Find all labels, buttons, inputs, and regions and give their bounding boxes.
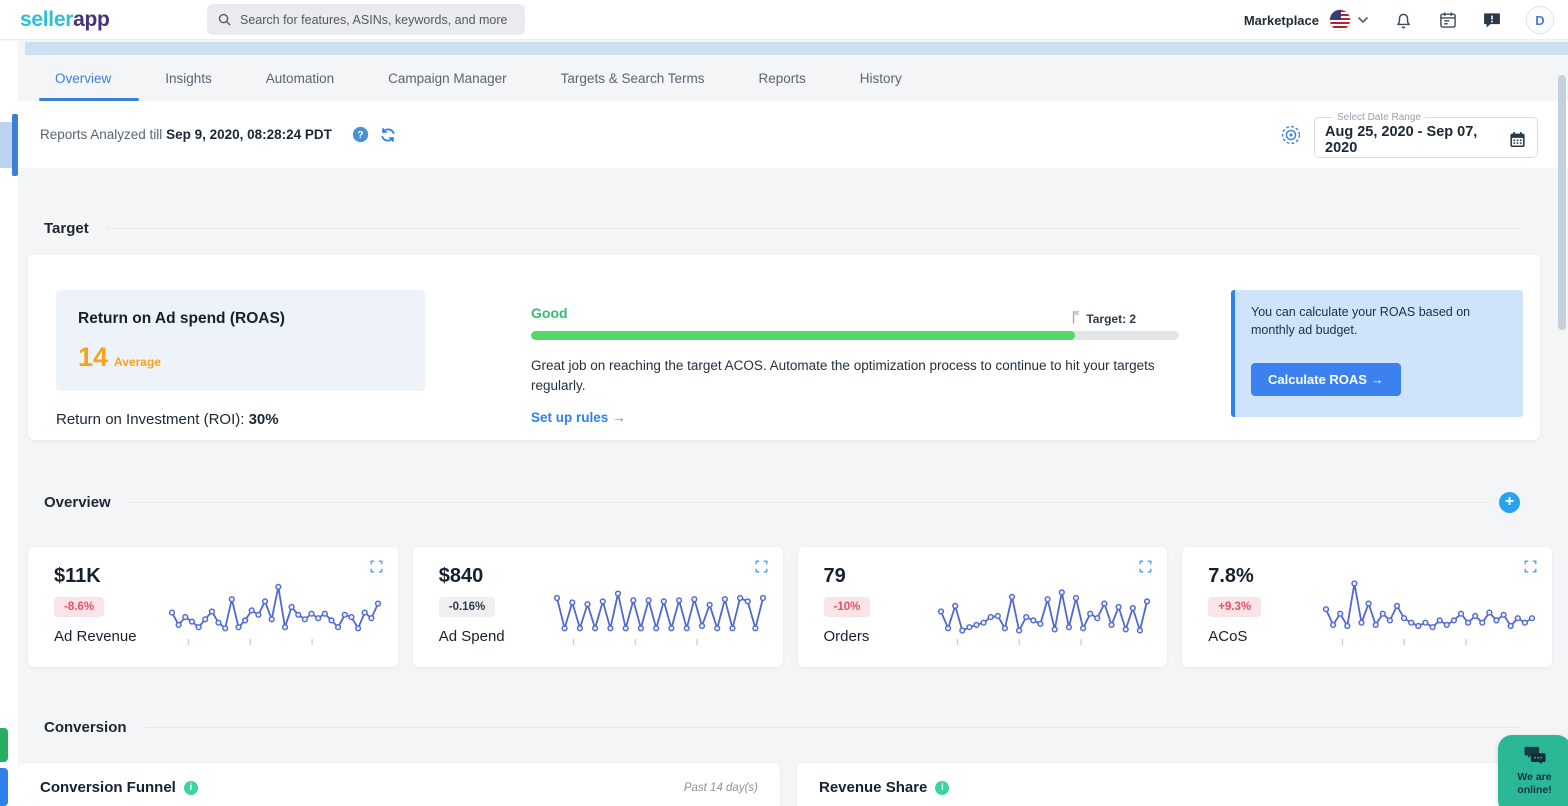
logo-part-app: app bbox=[73, 8, 109, 31]
expand-icon[interactable] bbox=[369, 559, 384, 574]
conversion-section-heading: Conversion bbox=[44, 719, 1520, 736]
conversion-panels-row: Conversion Funnel i Past 14 day(s) Reven… bbox=[18, 763, 1568, 806]
reports-analyzed-bar: Reports Analyzed till Sep 9, 2020, 08:28… bbox=[18, 101, 1568, 168]
roas-title: Return on Ad spend (ROAS) bbox=[78, 310, 403, 328]
date-picker-calendar-icon[interactable] bbox=[1508, 130, 1527, 149]
metric-cards-row: $11K -8.6% Ad Revenue $840 -0.16% Ad Spe… bbox=[28, 547, 1552, 667]
chat-status-text: We areonline! bbox=[1517, 771, 1551, 797]
conversion-funnel-title: Conversion Funnel bbox=[40, 779, 176, 796]
roi-line: Return on Investment (ROI): 30% bbox=[56, 411, 454, 428]
target-card: Return on Ad spend (ROAS) 14 Average Retu… bbox=[28, 255, 1540, 440]
reports-analyzed-text: Reports Analyzed till Sep 9, 2020, 08:28… bbox=[40, 127, 332, 142]
acos-sparkline bbox=[1320, 573, 1538, 649]
setup-rules-link[interactable]: Set up rules → bbox=[531, 410, 626, 425]
roas-average-label: Average bbox=[114, 355, 161, 369]
help-icon[interactable]: ? bbox=[352, 126, 369, 143]
top-right-cluster: Marketplace D bbox=[1244, 0, 1554, 40]
target-section-heading: Target bbox=[44, 220, 1520, 237]
side-tab-green[interactable] bbox=[0, 728, 8, 762]
roas-progress-track bbox=[531, 331, 1179, 340]
expand-icon[interactable] bbox=[1138, 559, 1153, 574]
conversion-funnel-panel: Conversion Funnel i Past 14 day(s) bbox=[18, 763, 780, 806]
marketplace-label[interactable]: Marketplace bbox=[1244, 13, 1319, 28]
target-message: Great job on reaching the target ACOS. A… bbox=[531, 356, 1163, 395]
tab-history[interactable]: History bbox=[860, 71, 902, 86]
calculate-roas-button[interactable]: Calculate ROAS → bbox=[1251, 363, 1401, 396]
search-input[interactable] bbox=[240, 13, 515, 27]
revenue-share-title: Revenue Share bbox=[819, 779, 927, 796]
sidebar-active-indicator[interactable] bbox=[12, 114, 18, 176]
vertical-scrollbar[interactable] bbox=[1558, 75, 1566, 330]
search-icon bbox=[217, 12, 232, 27]
date-range-field[interactable]: Select Date Range Aug 25, 2020 - Sep 07,… bbox=[1314, 112, 1538, 158]
expand-icon[interactable] bbox=[1523, 559, 1538, 574]
logo-part-seller: seller bbox=[20, 8, 73, 31]
live-chat-widget[interactable]: We areonline! bbox=[1498, 735, 1568, 806]
roas-summary-box: Return on Ad spend (ROAS) 14 Average bbox=[56, 290, 425, 391]
top-bar: sellerapp Marketplace D bbox=[0, 0, 1568, 40]
expand-icon[interactable] bbox=[754, 559, 769, 574]
roas-progress-fill bbox=[531, 331, 1075, 340]
roas-tip-box: You can calculate your ROAS based on mon… bbox=[1231, 290, 1523, 417]
main-content: Overview Insights Automation Campaign Ma… bbox=[18, 41, 1568, 806]
metric-card-acos[interactable]: 7.8% +9.3% ACoS bbox=[1182, 547, 1552, 667]
date-range-value: Aug 25, 2020 - Sep 07, 2020 bbox=[1325, 124, 1508, 156]
sellerapp-logo[interactable]: sellerapp bbox=[20, 8, 110, 32]
overview-section-title: Overview bbox=[44, 494, 111, 511]
conversion-funnel-period: Past 14 day(s) bbox=[684, 782, 758, 794]
notifications-bell-icon[interactable] bbox=[1393, 10, 1414, 31]
ad-revenue-sparkline bbox=[166, 573, 384, 649]
target-marker: Target: 2 bbox=[1072, 310, 1136, 326]
conversion-section-title: Conversion bbox=[44, 719, 127, 736]
chat-icon bbox=[1523, 745, 1547, 767]
global-search[interactable] bbox=[207, 4, 525, 35]
us-flag-icon[interactable] bbox=[1329, 9, 1351, 31]
reports-analyzed-timestamp: Sep 9, 2020, 08:28:24 PDT bbox=[166, 127, 332, 142]
user-avatar[interactable]: D bbox=[1526, 6, 1554, 34]
ad-spend-sparkline bbox=[551, 573, 769, 649]
tab-insights[interactable]: Insights bbox=[165, 71, 212, 86]
side-tab-blue[interactable] bbox=[0, 768, 8, 806]
feedback-icon[interactable] bbox=[1482, 10, 1502, 30]
metric-change-badge: -0.16% bbox=[439, 597, 495, 617]
metric-change-badge: -10% bbox=[824, 597, 871, 617]
tab-targets-search-terms[interactable]: Targets & Search Terms bbox=[561, 71, 705, 86]
tab-overview[interactable]: Overview bbox=[55, 71, 111, 86]
tab-reports[interactable]: Reports bbox=[758, 71, 805, 86]
header-accent-band bbox=[25, 42, 1568, 55]
metric-card-ad-revenue[interactable]: $11K -8.6% Ad Revenue bbox=[28, 547, 398, 667]
refresh-icon[interactable] bbox=[379, 126, 397, 144]
collapsed-sidebar bbox=[0, 41, 18, 806]
roas-tip-text: You can calculate your ROAS based on mon… bbox=[1251, 304, 1507, 339]
roi-value: 30% bbox=[249, 411, 279, 428]
chevron-down-icon[interactable] bbox=[1357, 11, 1369, 29]
overview-section-heading: Overview + bbox=[44, 492, 1520, 513]
metric-card-orders[interactable]: 79 -10% Orders bbox=[798, 547, 1168, 667]
calendar-icon[interactable] bbox=[1438, 10, 1458, 30]
orders-sparkline bbox=[935, 573, 1153, 649]
tab-bar: Overview Insights Automation Campaign Ma… bbox=[18, 55, 1568, 101]
target-value-label: Target: 2 bbox=[1086, 312, 1136, 326]
svg-text:?: ? bbox=[357, 130, 363, 141]
info-icon[interactable]: i bbox=[184, 781, 198, 795]
revenue-share-panel: Revenue Share i Past 1 bbox=[797, 763, 1568, 806]
add-widget-button[interactable]: + bbox=[1499, 492, 1520, 513]
date-range-label: Select Date Range bbox=[1333, 112, 1425, 123]
metric-change-badge: -8.6% bbox=[54, 597, 104, 617]
tab-automation[interactable]: Automation bbox=[266, 71, 334, 86]
target-settings-icon[interactable] bbox=[1280, 124, 1302, 146]
info-icon[interactable]: i bbox=[935, 781, 949, 795]
flag-icon bbox=[1072, 310, 1081, 324]
tab-campaign-manager[interactable]: Campaign Manager bbox=[388, 71, 507, 86]
metric-card-ad-spend[interactable]: $840 -0.16% Ad Spend bbox=[413, 547, 783, 667]
roas-value: 14 bbox=[78, 342, 108, 372]
target-section-title: Target bbox=[44, 220, 89, 237]
metric-change-badge: +9.3% bbox=[1208, 597, 1261, 617]
